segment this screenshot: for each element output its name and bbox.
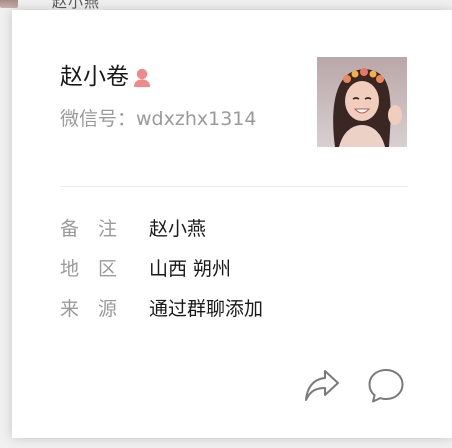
wechat-id-label: 微信号：: [60, 108, 137, 130]
send-message-button[interactable]: [366, 366, 406, 406]
detail-row-source: 来 源 通过群聊添加: [60, 295, 263, 323]
name-row: 赵小卷: [60, 62, 153, 92]
detail-row-region: 地 区 山西 朔州: [60, 255, 231, 283]
remark-label: 备 注: [60, 218, 118, 240]
share-button[interactable]: [302, 366, 342, 406]
wechat-id-row: 微信号：wdxzhx1314: [60, 106, 256, 132]
share-icon: [305, 370, 339, 401]
wechat-id-value: wdxzhx1314: [136, 108, 257, 130]
region-label: 地 区: [60, 258, 118, 280]
message-icon: [368, 369, 404, 403]
nickname: 赵小卷: [60, 64, 129, 90]
avatar[interactable]: [317, 57, 407, 147]
region-value: 山西 朔州: [149, 258, 232, 280]
remark-value[interactable]: 赵小燕: [149, 215, 206, 243]
divider: [60, 186, 408, 187]
profile-card: 赵小卷 微信号：wdxzhx1314 备 注 赵小燕 地 区 山西 朔州 来 源…: [12, 10, 452, 438]
background-avatar: [0, 0, 18, 8]
female-icon: [131, 66, 153, 90]
detail-row-remark: 备 注 赵小燕: [60, 215, 206, 243]
avatar-photo: [317, 57, 407, 147]
stage: 赵小燕 赵小卷 微信号：wdxzhx1314 备 注 赵小燕 地 区 山西 朔州…: [0, 0, 452, 448]
background-chat-text: [60, 438, 440, 448]
source-value: 通过群聊添加: [149, 298, 264, 320]
source-label: 来 源: [60, 298, 118, 320]
